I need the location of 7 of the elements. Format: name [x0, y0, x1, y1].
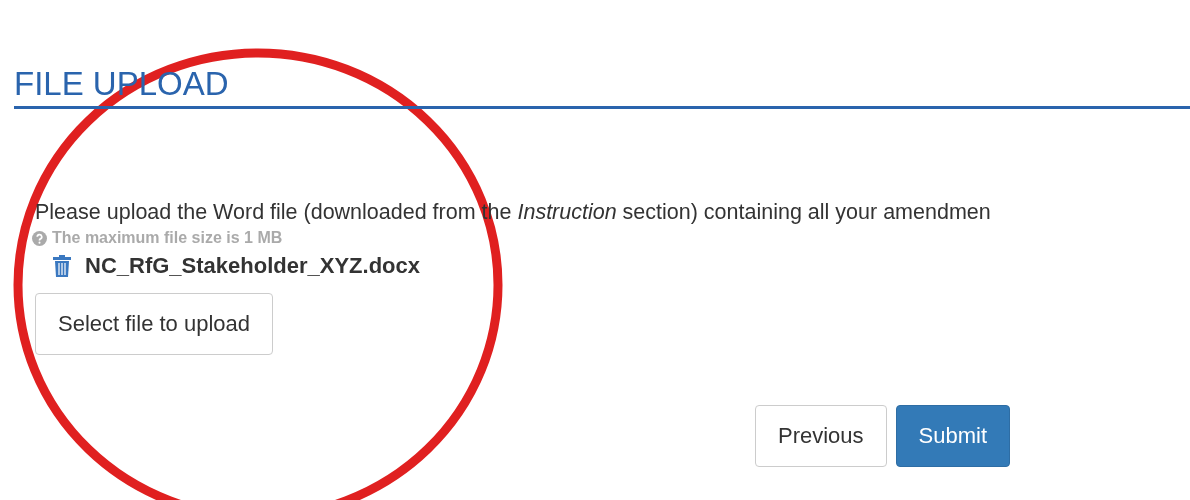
help-icon — [32, 230, 47, 246]
trash-icon[interactable] — [53, 255, 71, 277]
previous-button[interactable]: Previous — [755, 405, 887, 467]
select-file-button[interactable]: Select file to upload — [35, 293, 274, 355]
file-name: NC_RfG_Stakeholder_XYZ.docx — [85, 253, 420, 279]
help-text: The maximum file size is 1 MB — [52, 229, 283, 247]
submit-button[interactable]: Submit — [895, 405, 1011, 467]
